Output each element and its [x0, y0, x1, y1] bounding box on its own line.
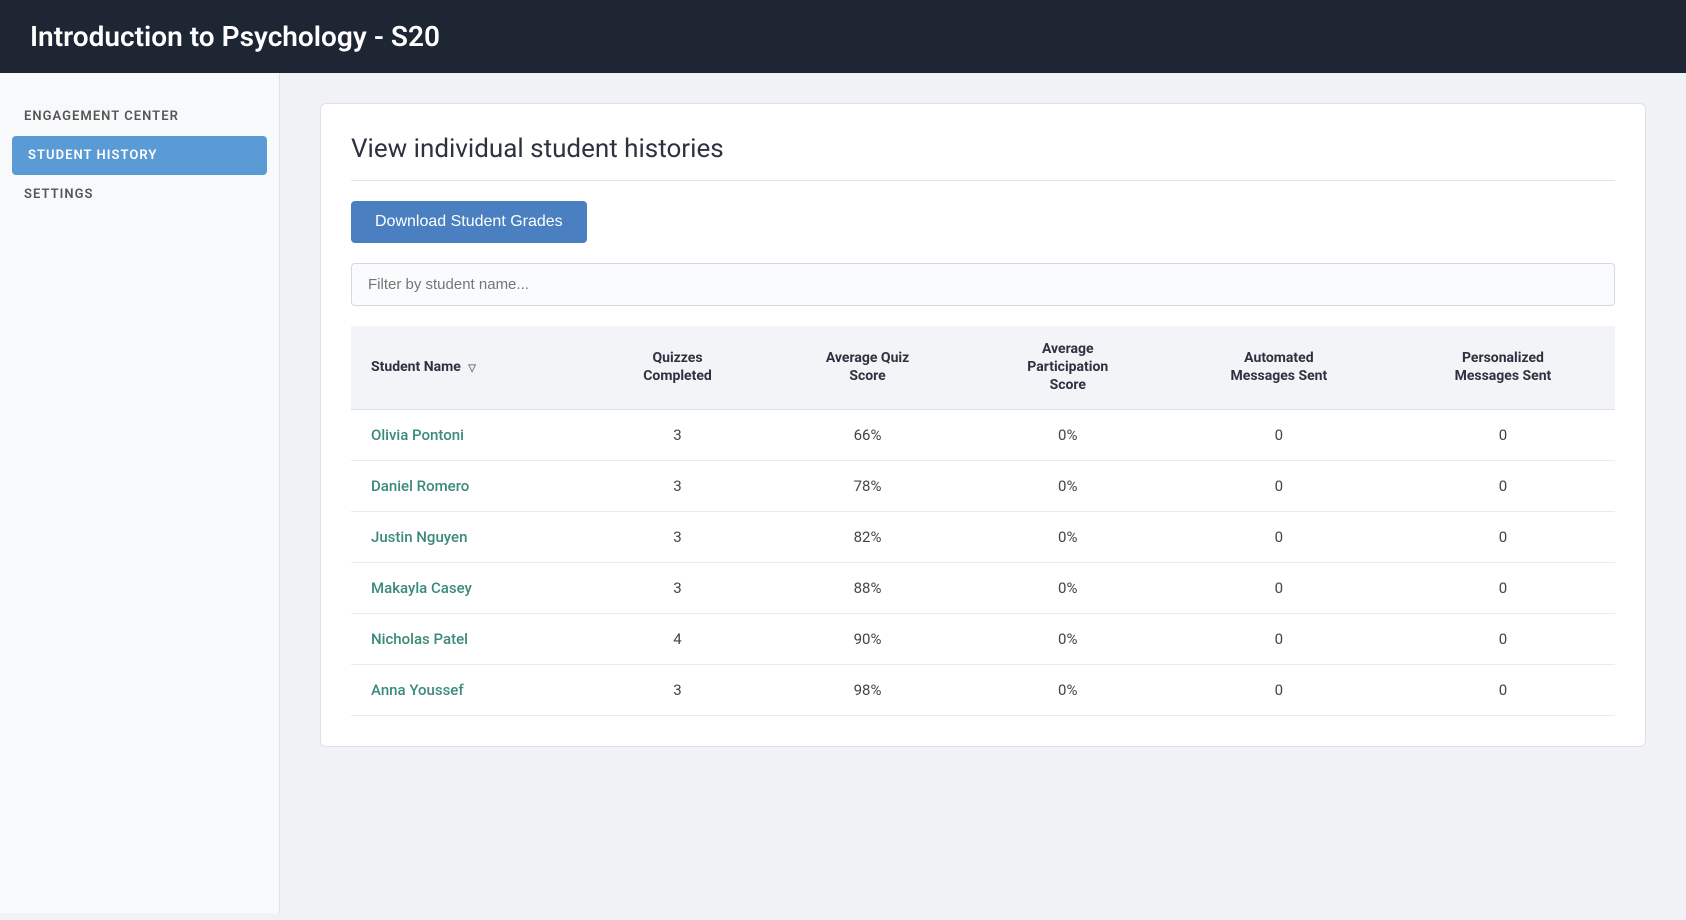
student-name-cell: Justin Nguyen — [351, 511, 589, 562]
table-row: Justin Nguyen382%0%00 — [351, 511, 1615, 562]
sidebar-nav: ENGAGEMENT CENTERSTUDENT HISTORYSETTINGS — [0, 97, 279, 214]
cell-personalized_msg: 0 — [1391, 562, 1615, 613]
cell-avg_quiz: 82% — [766, 511, 968, 562]
cell-avg_participation: 0% — [969, 511, 1167, 562]
student-table: Student Name ▽ QuizzesCompleted Average … — [351, 326, 1615, 716]
cell-avg_quiz: 90% — [766, 613, 968, 664]
col-header-avg-participation: AverageParticipationScore — [969, 326, 1167, 409]
student-link[interactable]: Anna Youssef — [371, 681, 464, 699]
col-header-avg-quiz: Average QuizScore — [766, 326, 968, 409]
cell-avg_participation: 0% — [969, 409, 1167, 460]
student-link[interactable]: Makayla Casey — [371, 579, 472, 597]
sidebar: ENGAGEMENT CENTERSTUDENT HISTORYSETTINGS — [0, 73, 280, 913]
sort-icon: ▽ — [468, 363, 476, 374]
cell-automated_msg: 0 — [1167, 409, 1391, 460]
student-link[interactable]: Daniel Romero — [371, 477, 469, 495]
main-layout: ENGAGEMENT CENTERSTUDENT HISTORYSETTINGS… — [0, 73, 1686, 913]
col-header-name[interactable]: Student Name ▽ — [351, 326, 589, 409]
cell-personalized_msg: 0 — [1391, 409, 1615, 460]
cell-quizzes: 3 — [589, 562, 767, 613]
cell-avg_quiz: 98% — [766, 664, 968, 715]
table-row: Anna Youssef398%0%00 — [351, 664, 1615, 715]
app-header: Introduction to Psychology - S20 — [0, 0, 1686, 73]
student-link[interactable]: Olivia Pontoni — [371, 426, 464, 444]
table-header: Student Name ▽ QuizzesCompleted Average … — [351, 326, 1615, 409]
table-row: Daniel Romero378%0%00 — [351, 460, 1615, 511]
page-title: View individual student histories — [351, 134, 1615, 181]
sidebar-item-engagement-center[interactable]: ENGAGEMENT CENTER — [0, 97, 279, 136]
cell-personalized_msg: 0 — [1391, 613, 1615, 664]
cell-avg_quiz: 66% — [766, 409, 968, 460]
sidebar-item-student-history[interactable]: STUDENT HISTORY — [12, 136, 267, 175]
cell-personalized_msg: 0 — [1391, 460, 1615, 511]
student-name-cell: Makayla Casey — [351, 562, 589, 613]
student-name-cell: Daniel Romero — [351, 460, 589, 511]
col-header-personalized-msg: PersonalizedMessages Sent — [1391, 326, 1615, 409]
cell-automated_msg: 0 — [1167, 511, 1391, 562]
cell-automated_msg: 0 — [1167, 460, 1391, 511]
student-link[interactable]: Nicholas Patel — [371, 630, 468, 648]
col-header-automated-msg: AutomatedMessages Sent — [1167, 326, 1391, 409]
table-header-row: Student Name ▽ QuizzesCompleted Average … — [351, 326, 1615, 409]
student-filter-input[interactable] — [351, 263, 1615, 306]
cell-personalized_msg: 0 — [1391, 511, 1615, 562]
cell-avg_participation: 0% — [969, 664, 1167, 715]
student-name-cell: Nicholas Patel — [351, 613, 589, 664]
student-name-cell: Olivia Pontoni — [351, 409, 589, 460]
cell-personalized_msg: 0 — [1391, 664, 1615, 715]
sidebar-item-settings[interactable]: SETTINGS — [0, 175, 279, 214]
cell-quizzes: 3 — [589, 409, 767, 460]
table-row: Olivia Pontoni366%0%00 — [351, 409, 1615, 460]
download-grades-button[interactable]: Download Student Grades — [351, 201, 587, 243]
cell-quizzes: 3 — [589, 664, 767, 715]
cell-quizzes: 3 — [589, 511, 767, 562]
col-header-quizzes: QuizzesCompleted — [589, 326, 767, 409]
app-title: Introduction to Psychology - S20 — [30, 20, 440, 53]
cell-automated_msg: 0 — [1167, 562, 1391, 613]
cell-automated_msg: 0 — [1167, 664, 1391, 715]
cell-avg_participation: 0% — [969, 613, 1167, 664]
cell-avg_quiz: 88% — [766, 562, 968, 613]
table-body: Olivia Pontoni366%0%00Daniel Romero378%0… — [351, 409, 1615, 715]
main-content: View individual student histories Downlo… — [280, 73, 1686, 913]
cell-automated_msg: 0 — [1167, 613, 1391, 664]
cell-avg_participation: 0% — [969, 562, 1167, 613]
cell-quizzes: 3 — [589, 460, 767, 511]
cell-avg_participation: 0% — [969, 460, 1167, 511]
table-row: Makayla Casey388%0%00 — [351, 562, 1615, 613]
cell-avg_quiz: 78% — [766, 460, 968, 511]
content-card: View individual student histories Downlo… — [320, 103, 1646, 747]
table-row: Nicholas Patel490%0%00 — [351, 613, 1615, 664]
student-name-cell: Anna Youssef — [351, 664, 589, 715]
cell-quizzes: 4 — [589, 613, 767, 664]
student-link[interactable]: Justin Nguyen — [371, 528, 467, 546]
